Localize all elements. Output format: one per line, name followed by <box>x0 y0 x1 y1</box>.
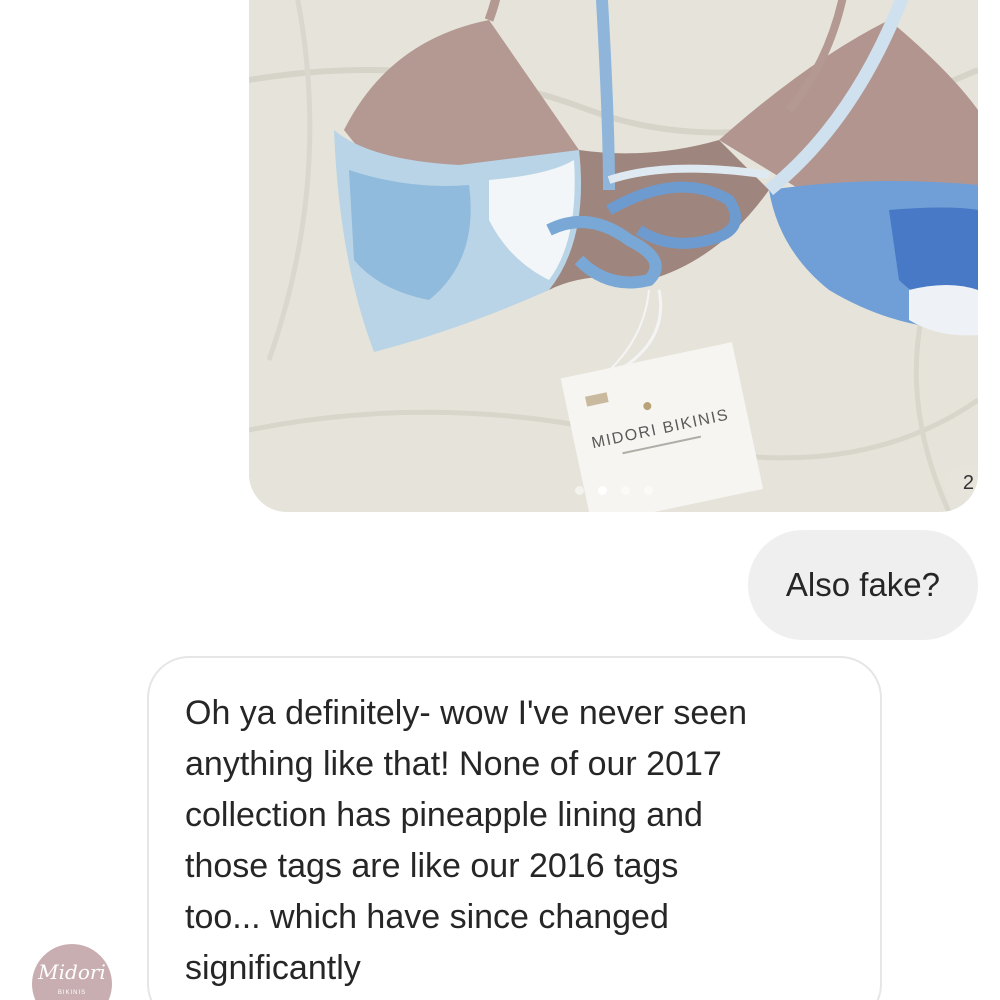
sent-message-bubble[interactable]: Also fake? <box>747 530 978 640</box>
received-message-line: Oh ya definitely- wow I've never seen <box>185 694 748 732</box>
bikini-photo: MIDORI BIKINIS <box>249 0 978 512</box>
sent-message-text: Also fake? <box>785 566 940 603</box>
carousel-dot[interactable] <box>574 486 584 495</box>
received-message-line: too... which have since changed <box>185 898 669 936</box>
received-message-bubble[interactable]: Oh ya definitely- wow I've never seen an… <box>147 656 882 1000</box>
carousel-dots <box>249 486 978 495</box>
avatar-logo-subtext: BIKINIS <box>57 990 87 996</box>
avatar-logo-script: Midori <box>38 960 106 984</box>
received-message-line: anything like that! None of our 2017 <box>185 745 722 783</box>
dm-thread: MIDORI BIKINIS 2 Also fake? Oh ya defini… <box>0 0 1000 1000</box>
carousel-dot-active[interactable] <box>597 486 607 495</box>
received-message-line: collection has pineapple lining and <box>185 796 703 834</box>
received-message-line: significantly <box>185 949 361 987</box>
carousel-dot[interactable] <box>620 486 630 495</box>
photo-message[interactable]: MIDORI BIKINIS 2 <box>249 0 978 512</box>
received-message-line: those tags are like our 2016 tags <box>185 847 679 885</box>
photo-page-counter: 2 <box>944 466 978 500</box>
sender-avatar[interactable]: Midori BIKINIS <box>32 944 112 1000</box>
carousel-dot[interactable] <box>643 486 653 495</box>
